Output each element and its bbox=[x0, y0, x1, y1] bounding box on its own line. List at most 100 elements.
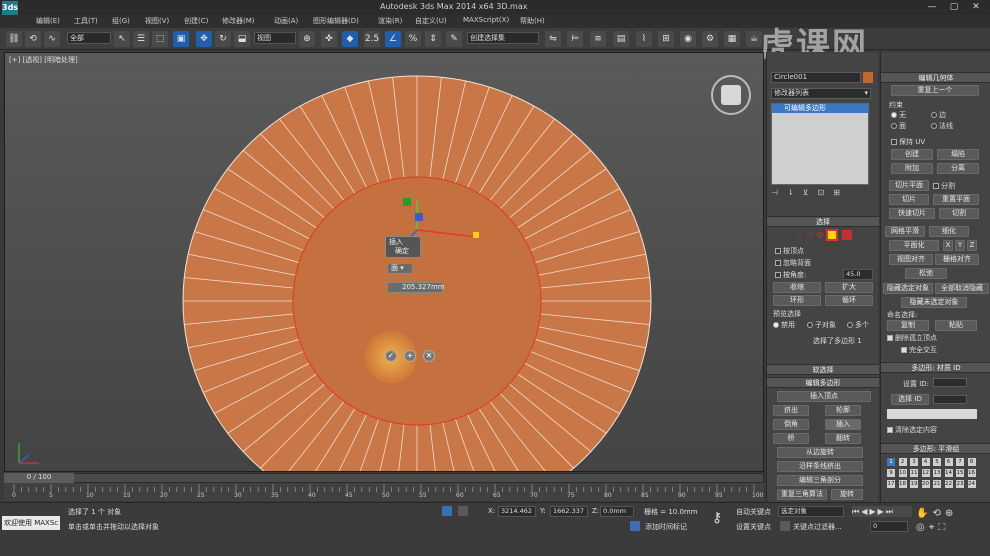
reset-plane-button[interactable]: 重置平面 bbox=[933, 194, 979, 205]
time-tag-icon[interactable] bbox=[630, 521, 640, 531]
set-id-spinner[interactable] bbox=[933, 378, 967, 387]
menu-rendering[interactable]: 渲染(R) bbox=[378, 16, 402, 26]
reference-coord-select[interactable]: 视图 bbox=[254, 32, 296, 44]
paste-button[interactable]: 粘贴 bbox=[935, 320, 977, 331]
slice-plane-button[interactable]: 切片平面 bbox=[889, 180, 929, 191]
smoothing-group-button[interactable]: 15 bbox=[956, 469, 964, 477]
create-button[interactable]: 创建 bbox=[891, 149, 933, 160]
key-mode-icon[interactable] bbox=[780, 521, 790, 531]
smoothing-group-button[interactable]: 24 bbox=[967, 480, 976, 488]
material-name-dropdown[interactable] bbox=[887, 409, 977, 419]
grow-button[interactable]: 扩大 bbox=[825, 282, 873, 293]
flip-button[interactable]: 翻转 bbox=[825, 433, 861, 444]
smoothing-groups-title[interactable]: 多边形: 平滑组 bbox=[881, 443, 990, 454]
slice-button[interactable]: 切片 bbox=[889, 194, 929, 205]
menu-modifiers[interactable]: 修改器(M) bbox=[222, 16, 255, 26]
attach-button[interactable]: 附加 bbox=[891, 163, 933, 174]
material-editor-icon[interactable]: ◉ bbox=[680, 31, 696, 47]
set-key-icon[interactable]: ⚷ bbox=[712, 510, 722, 526]
full-interactivity-option[interactable]: 完全交互 bbox=[901, 345, 937, 355]
polygon-level-icon[interactable] bbox=[826, 229, 838, 241]
hide-unselected-button[interactable]: 隐藏未选定对象 bbox=[901, 297, 967, 308]
menu-maxscript[interactable]: MAXScript(X) bbox=[463, 16, 509, 24]
viewport-navigation-controls[interactable]: ✋⟲⊕ ◎⌖⛶ bbox=[916, 507, 988, 537]
smoothing-group-button[interactable]: 7 bbox=[956, 458, 964, 466]
modifier-list-select[interactable]: 修改器列表 ▾ bbox=[771, 88, 871, 99]
close-button[interactable]: ✕ bbox=[968, 1, 984, 13]
grid-align-button[interactable]: 栅格对齐 bbox=[935, 254, 979, 265]
ignore-backfacing-option[interactable]: 忽略背面 bbox=[775, 258, 811, 268]
bevel-button[interactable]: 倒角 bbox=[773, 419, 809, 430]
relax-button[interactable]: 松弛 bbox=[905, 268, 947, 279]
smoothing-group-button[interactable]: 6 bbox=[944, 458, 953, 466]
select-manipulate-icon[interactable]: ✜ bbox=[321, 31, 337, 47]
cut-button[interactable]: 切割 bbox=[939, 208, 979, 219]
object-name-field[interactable]: Circle001 bbox=[771, 72, 861, 83]
msmooth-button[interactable]: 网格平滑 bbox=[885, 226, 925, 237]
caddy-ok-button[interactable]: ✓ bbox=[385, 350, 397, 362]
key-filters-button[interactable]: 关键点过滤器... bbox=[793, 522, 842, 532]
copy-button[interactable]: 复制 bbox=[887, 320, 929, 331]
smoothing-group-button[interactable]: 11 bbox=[910, 469, 918, 477]
planarize-button[interactable]: 平面化 bbox=[889, 240, 939, 251]
select-id-spinner[interactable] bbox=[933, 395, 967, 404]
app-logo-icon[interactable]: 3ds bbox=[2, 1, 18, 15]
selection-rollout-title[interactable]: 选择 bbox=[767, 216, 879, 227]
smoothing-groups-grid[interactable]: 1 2 3 4 5 6 7 8 9 10 11 12 13 14 15 16 17 18 19 20 21 22 23 24 bbox=[887, 458, 983, 494]
time-slider-thumb[interactable]: 0 / 100 bbox=[4, 473, 74, 483]
smoothing-group-button[interactable]: 19 bbox=[910, 480, 918, 488]
constraint-edge-radio[interactable]: 边 bbox=[931, 110, 946, 120]
smoothing-group-button[interactable]: 20 bbox=[921, 480, 930, 488]
angle-value-field[interactable]: 45.0 bbox=[843, 269, 873, 280]
preserve-uv-option[interactable]: 保持 UV bbox=[891, 137, 925, 147]
outline-button[interactable]: 轮廓 bbox=[825, 405, 861, 416]
smoothing-group-button[interactable]: 5 bbox=[933, 458, 941, 466]
edit-named-sets-icon[interactable]: ✎ bbox=[446, 31, 462, 47]
maxscript-listener[interactable]: 欢迎使用 MAXSc bbox=[2, 516, 60, 530]
stack-tools[interactable]: ⊣⇂⊻⊡⊞ bbox=[771, 188, 871, 200]
constraint-none-radio[interactable]: 无 bbox=[891, 110, 906, 120]
circle-mesh-object[interactable] bbox=[5, 53, 764, 472]
z-coordinate-field[interactable]: 0.0mm bbox=[600, 506, 634, 517]
edit-triangulation-button[interactable]: 编辑三角剖分 bbox=[777, 475, 863, 486]
caddy-apply-button[interactable]: + bbox=[404, 350, 416, 362]
rotate-icon[interactable]: ↻ bbox=[215, 31, 231, 47]
preview-off-radio[interactable]: 禁用 bbox=[773, 320, 795, 330]
unlink-icon[interactable]: ⟲ bbox=[25, 31, 41, 47]
smoothing-group-button[interactable]: 18 bbox=[898, 480, 907, 488]
percent-snap-icon[interactable]: % bbox=[405, 31, 421, 47]
curve-editor-icon[interactable]: ⌇ bbox=[636, 31, 652, 47]
absolute-mode-icon[interactable] bbox=[458, 506, 468, 516]
material-id-title[interactable]: 多边形: 材质 ID bbox=[881, 362, 990, 373]
select-id-button[interactable]: 选择 ID bbox=[891, 394, 929, 405]
bind-spacewarp-icon[interactable]: ∿ bbox=[44, 31, 60, 47]
caddy-cancel-button[interactable]: ✕ bbox=[423, 350, 435, 362]
smoothing-group-button[interactable]: 14 bbox=[944, 469, 953, 477]
clear-selection-option[interactable]: 清除选定内容 bbox=[887, 425, 937, 435]
select-by-name-icon[interactable]: ☰ bbox=[133, 31, 149, 47]
planarize-z-button[interactable]: Z bbox=[967, 240, 977, 251]
smoothing-group-button[interactable]: 10 bbox=[898, 469, 907, 477]
selection-filter-select[interactable]: 全部 bbox=[67, 32, 111, 44]
object-color-swatch[interactable] bbox=[863, 72, 873, 83]
turn-button[interactable]: 旋转 bbox=[831, 489, 863, 500]
trackbar[interactable]: 0 5 10 15 20 25 30 35 40 45 50 55 60 65 70 75 80 85 90 95 10… bbox=[4, 483, 764, 501]
unhide-all-button[interactable]: 全部取消隐藏 bbox=[935, 283, 989, 294]
smoothing-group-button[interactable]: 1 bbox=[887, 458, 895, 466]
delete-isolated-option[interactable]: 删除孤立顶点 bbox=[887, 333, 937, 343]
caddy-amount-field[interactable]: 205.327mm bbox=[387, 282, 445, 293]
pivot-center-icon[interactable]: ⊕ bbox=[299, 31, 315, 47]
hinge-from-edge-button[interactable]: 从边旋转 bbox=[777, 447, 863, 458]
schematic-view-icon[interactable]: ⊞ bbox=[658, 31, 674, 47]
inset-button[interactable]: 插入 bbox=[825, 419, 861, 430]
by-vertex-option[interactable]: 按顶点 bbox=[775, 246, 804, 256]
by-angle-option[interactable]: 按角度: bbox=[775, 270, 806, 280]
menu-edit[interactable]: 编辑(E) bbox=[36, 16, 60, 26]
modifier-stack[interactable]: 可编辑多边形 bbox=[771, 103, 869, 185]
smoothing-group-button[interactable]: 23 bbox=[956, 480, 964, 488]
bridge-button[interactable]: 桥 bbox=[773, 433, 809, 444]
smoothing-group-button[interactable]: 3 bbox=[910, 458, 918, 466]
smoothing-group-button[interactable]: 16 bbox=[967, 469, 976, 477]
insert-vertex-button[interactable]: 插入顶点 bbox=[777, 391, 871, 402]
smoothing-group-button[interactable]: 21 bbox=[933, 480, 941, 488]
